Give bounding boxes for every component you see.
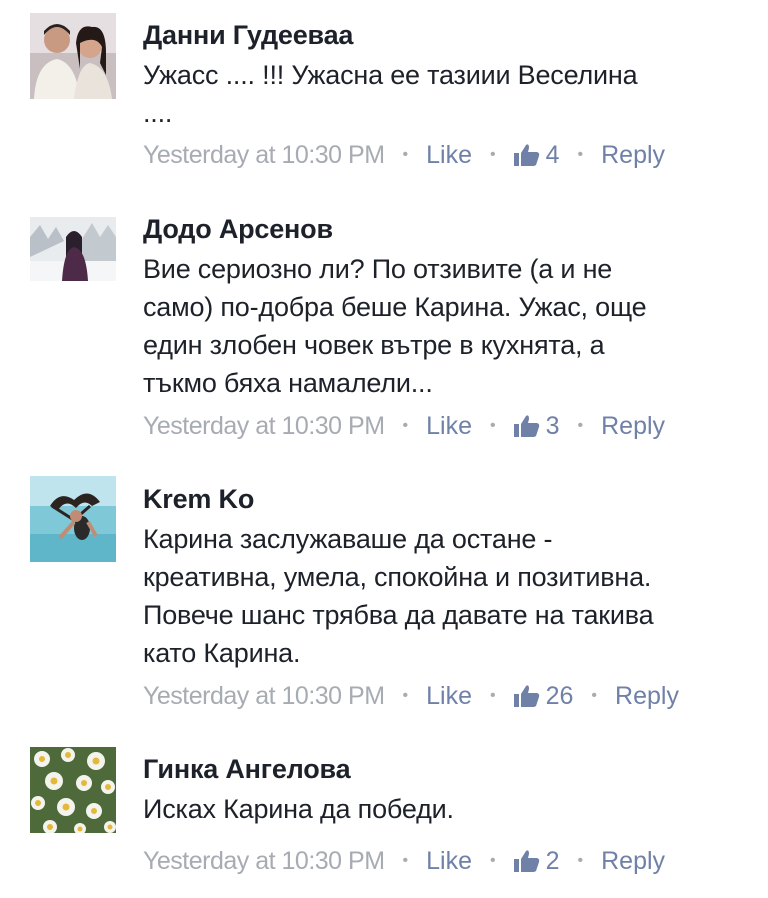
thumbs-up-icon[interactable] <box>513 684 540 708</box>
couple-photo-avatar <box>30 13 116 99</box>
separator-dot: • <box>490 146 496 163</box>
like-count[interactable]: 2 <box>546 846 560 876</box>
separator-dot: • <box>402 146 409 163</box>
comment-text: Карина заслужаваше да остане - креативна… <box>143 524 654 668</box>
comment-author[interactable]: Додо Арсенов <box>143 212 758 246</box>
separator-dot: • <box>577 417 584 434</box>
like-count[interactable]: 3 <box>546 411 560 441</box>
thumbs-up-icon[interactable] <box>513 849 540 873</box>
like-button[interactable]: Like <box>426 411 472 441</box>
comment-author[interactable]: Данни Гудееваа <box>143 18 758 52</box>
avatar[interactable] <box>30 747 116 833</box>
separator-dot: • <box>591 687 598 704</box>
separator-dot: • <box>490 417 496 434</box>
like-button[interactable]: Like <box>426 846 472 876</box>
reply-button[interactable]: Reply <box>601 411 665 441</box>
separator-dot: • <box>490 852 496 869</box>
separator-dot: • <box>577 852 584 869</box>
avatar[interactable] <box>30 13 116 99</box>
separator-dot: • <box>490 687 496 704</box>
separator-dot: • <box>402 417 409 434</box>
avatar[interactable] <box>30 217 116 281</box>
thumbs-up-icon[interactable] <box>513 414 540 438</box>
separator-dot: • <box>577 146 584 163</box>
comment-timestamp[interactable]: Yesterday at 10:30 PM <box>143 411 385 441</box>
comment-actions: Yesterday at 10:30 PM • Like • 26 • Repl… <box>143 681 679 711</box>
chamomile-flowers-avatar <box>30 747 116 833</box>
like-button[interactable]: Like <box>426 681 472 711</box>
like-count[interactable]: 4 <box>546 140 560 170</box>
like-button[interactable]: Like <box>426 140 472 170</box>
comment-timestamp[interactable]: Yesterday at 10:30 PM <box>143 140 385 170</box>
sea-hair-flip-avatar <box>30 476 116 562</box>
separator-dot: • <box>402 852 409 869</box>
thumbs-up-icon[interactable] <box>513 143 540 167</box>
like-count[interactable]: 26 <box>546 681 574 711</box>
comment-timestamp[interactable]: Yesterday at 10:30 PM <box>143 846 385 876</box>
reply-button[interactable]: Reply <box>601 846 665 876</box>
comment-timestamp[interactable]: Yesterday at 10:30 PM <box>143 681 385 711</box>
reply-button[interactable]: Reply <box>601 140 665 170</box>
snow-portrait-avatar <box>30 217 116 281</box>
comment-actions: Yesterday at 10:30 PM • Like • 3 • Reply <box>143 411 665 441</box>
comment-text: Ужасс .... !!! Ужасна ее тазиии Веселина… <box>143 60 638 128</box>
comment-text: Исках Карина да победи. <box>143 794 454 824</box>
comment-author[interactable]: Krem Ko <box>143 482 758 516</box>
comment-author[interactable]: Гинка Ангелова <box>143 752 758 786</box>
comment-actions: Yesterday at 10:30 PM • Like • 2 • Reply <box>143 846 665 876</box>
comment-actions: Yesterday at 10:30 PM • Like • 4 • Reply <box>143 140 665 170</box>
comment-text: Вие сериозно ли? По отзивите (а и не сам… <box>143 254 647 398</box>
reply-button[interactable]: Reply <box>615 681 679 711</box>
separator-dot: • <box>402 687 409 704</box>
avatar[interactable] <box>30 476 116 562</box>
